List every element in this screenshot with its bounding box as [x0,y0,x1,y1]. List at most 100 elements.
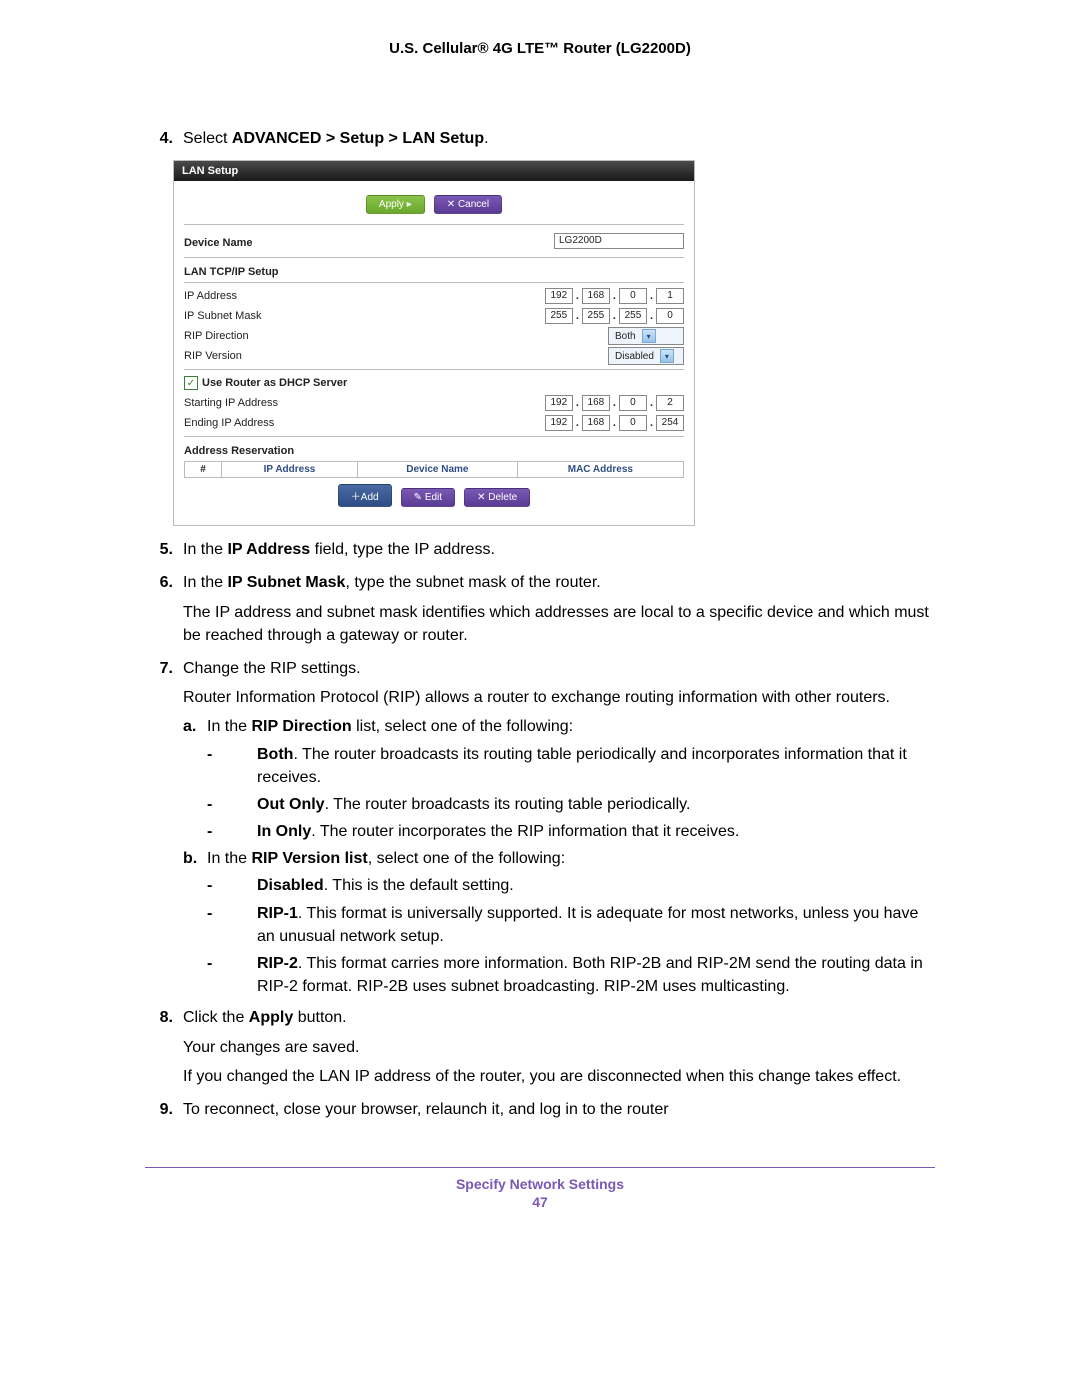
text: . This is the default setting. [324,877,514,894]
end-ip-field[interactable]: 192. 168. 0. 254 [545,415,684,431]
text-bold: RIP-2 [257,955,298,972]
text-bold: In Only [257,823,311,840]
delete-button[interactable]: ✕ Delete [464,488,530,507]
text: . This format carries more information. … [257,955,923,995]
dhcp-checkbox[interactable]: ✓ [184,376,198,390]
ip-octet[interactable]: 168 [582,288,610,304]
list-item: -Disabled. This is the default setting. [207,874,935,897]
text-bold: IP Address [227,541,310,558]
paragraph: Router Information Protocol (RIP) allows… [183,686,935,709]
paragraph: The IP address and subnet mask identifie… [183,601,935,647]
text: To reconnect, close your browser, relaun… [183,1098,935,1121]
rip-direction-label: RIP Direction [184,330,608,342]
text: button. [293,1009,346,1026]
ip-octet[interactable]: 192 [545,288,573,304]
text: field, type the IP address. [310,541,495,558]
text: Change the RIP settings. [183,657,935,680]
dhcp-label: Use Router as DHCP Server [202,377,347,389]
text: Click the [183,1009,249,1026]
ip-address-field[interactable]: 192. 168. 0. 1 [545,288,684,304]
footer-section: Specify Network Settings [145,1176,935,1192]
th-num: # [185,462,222,478]
list-item: -Out Only. The router broadcasts its rou… [207,793,935,816]
start-ip-field[interactable]: 192. 168. 0. 2 [545,395,684,411]
ip-octet[interactable]: 168 [582,395,610,411]
rip-direction-select[interactable]: Both ▾ [608,327,684,345]
text-bold: Disabled [257,877,324,894]
ip-octet[interactable]: 1 [656,288,684,304]
ip-octet[interactable]: 0 [619,288,647,304]
ip-octet[interactable]: 255 [582,308,610,324]
text-bold: RIP-1 [257,905,298,922]
list-item: -RIP-2. This format carries more informa… [207,952,935,998]
ip-octet[interactable]: 168 [582,415,610,431]
text: . The router broadcasts its routing tabl… [257,746,907,786]
text: , type the subnet mask of the router. [345,574,600,591]
start-ip-label: Starting IP Address [184,397,545,409]
step-7: 7. Change the RIP settings. Router Infor… [145,657,935,1002]
text: In the [207,718,251,735]
rip-version-select[interactable]: Disabled ▾ [608,347,684,365]
step-number: 7. [145,657,183,1002]
th-device: Device Name [358,462,518,478]
edit-button[interactable]: ✎ Edit [401,488,455,507]
lan-setup-screenshot: LAN Setup Apply ▸ ✕ Cancel Device Name L… [173,160,695,526]
step-9: 9. To reconnect, close your browser, rel… [145,1098,935,1127]
reservation-label: Address Reservation [184,445,684,457]
chevron-down-icon: ▾ [660,349,674,363]
ip-octet[interactable]: 192 [545,395,573,411]
select-value: Both [615,331,636,342]
ip-octet[interactable]: 255 [619,308,647,324]
text-bold: Both [257,746,293,763]
text: . [484,130,488,147]
subnet-label: IP Subnet Mask [184,310,545,322]
document-header: U.S. Cellular® 4G LTE™ Router (LG2200D) [145,40,935,57]
step-6: 6. In the IP Subnet Mask, type the subne… [145,571,935,653]
text: In the [207,850,251,867]
reservation-table: # IP Address Device Name MAC Address [184,461,684,478]
end-ip-label: Ending IP Address [184,417,545,429]
cancel-button[interactable]: ✕ Cancel [434,195,502,214]
step-8: 8. Click the Apply button. Your changes … [145,1006,935,1094]
text: list, select one of the following: [352,718,573,735]
select-value: Disabled [615,351,654,362]
ip-octet[interactable]: 0 [656,308,684,324]
lan-tcpip-label: LAN TCP/IP Setup [184,266,684,278]
list-item: -RIP-1. This format is universally suppo… [207,902,935,948]
list-item: -Both. The router broadcasts its routing… [207,743,935,789]
substep-b: b. In the RIP Version list, select one o… [183,847,935,870]
text: , select one of the following: [368,850,565,867]
ip-octet[interactable]: 2 [656,395,684,411]
step-number: 5. [145,538,183,567]
ip-octet[interactable]: 192 [545,415,573,431]
text: Select [183,130,232,147]
th-ip: IP Address [222,462,358,478]
step-4: 4. Select ADVANCED > Setup > LAN Setup. [145,127,935,156]
text: In the [183,574,227,591]
footer-rule [145,1167,935,1168]
ip-octet[interactable]: 0 [619,395,647,411]
apply-button[interactable]: Apply ▸ [366,195,425,214]
text-bold: RIP Direction [251,718,351,735]
ip-octet[interactable]: 0 [619,415,647,431]
text: . This format is universally supported. … [257,905,918,945]
text: . The router broadcasts its routing tabl… [325,796,691,813]
paragraph: If you changed the LAN IP address of the… [183,1065,935,1088]
ip-octet[interactable]: 255 [545,308,573,324]
text-bold: ADVANCED > Setup > LAN Setup [232,130,484,147]
device-name-input[interactable]: LG2200D [554,233,684,249]
step-number: 9. [145,1098,183,1127]
step-number: 4. [145,127,183,156]
subnet-field[interactable]: 255. 255. 255. 0 [545,308,684,324]
paragraph: Your changes are saved. [183,1036,935,1059]
list-item: -In Only. The router incorporates the RI… [207,820,935,843]
text-bold: IP Subnet Mask [227,574,345,591]
ip-octet[interactable]: 254 [656,415,684,431]
sub-label: b. [183,847,207,870]
text-bold: RIP Version list [251,850,367,867]
text-bold: Apply [249,1009,293,1026]
text: In the [183,541,227,558]
substep-a: a. In the RIP Direction list, select one… [183,715,935,738]
add-button[interactable]: ＋Add [338,484,392,507]
chevron-down-icon: ▾ [642,329,656,343]
